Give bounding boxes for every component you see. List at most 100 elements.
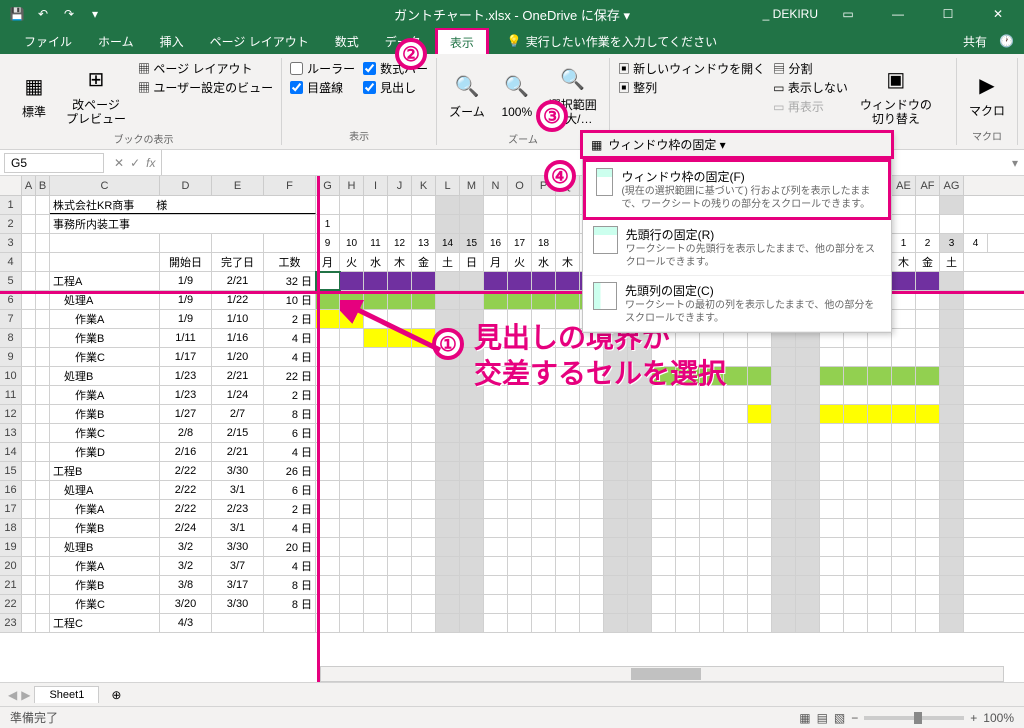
cell[interactable] [796,462,820,480]
cell[interactable]: 作業B [50,519,160,537]
cell[interactable] [412,196,436,214]
cell[interactable] [484,329,508,347]
cell[interactable] [436,272,460,290]
cell[interactable] [532,386,556,404]
cell[interactable] [940,348,964,366]
cell[interactable] [412,462,436,480]
cell[interactable] [868,576,892,594]
cell[interactable] [940,443,964,461]
cell[interactable] [748,386,772,404]
cell[interactable]: 木 [892,253,916,271]
cell[interactable] [160,234,212,252]
cell[interactable] [508,614,532,632]
cell[interactable] [460,500,484,518]
zoom-selection-button[interactable]: 🔍選択範囲 拡大/… [545,60,601,131]
cell[interactable] [436,405,460,423]
cell[interactable] [22,196,36,214]
cell[interactable] [436,329,460,347]
cell[interactable]: 6 日 [264,481,316,499]
fx-icon[interactable]: fx [146,156,155,170]
cell[interactable] [556,215,580,233]
cell[interactable] [748,538,772,556]
cell[interactable]: 3/30 [212,462,264,480]
cell[interactable] [820,405,844,423]
cell[interactable] [748,424,772,442]
cell[interactable] [22,348,36,366]
save-icon[interactable]: 💾 [6,3,28,25]
cell[interactable] [844,405,868,423]
cell[interactable]: 2/21 [212,272,264,290]
cell[interactable] [940,424,964,442]
cell[interactable]: 開始日 [160,253,212,271]
cell[interactable] [772,614,796,632]
cell[interactable]: 木 [556,253,580,271]
chk-ruler[interactable]: ルーラー [290,60,355,77]
chk-formulabar[interactable]: 数式バー [363,60,428,77]
cell[interactable] [36,367,50,385]
cell[interactable] [940,367,964,385]
row-header[interactable]: 1 [0,196,22,214]
cell[interactable] [36,443,50,461]
cell[interactable] [748,348,772,366]
cell[interactable]: 工程C [50,614,160,632]
cell[interactable] [340,196,364,214]
cell[interactable] [508,405,532,423]
cell[interactable] [484,481,508,499]
cell[interactable] [484,386,508,404]
close-icon[interactable]: ✕ [978,0,1018,28]
cell[interactable] [844,595,868,613]
cell[interactable] [652,576,676,594]
cell[interactable] [844,519,868,537]
cell[interactable] [796,443,820,461]
cell[interactable] [388,386,412,404]
cell[interactable] [580,443,604,461]
cell[interactable] [604,500,628,518]
row-header[interactable]: 14 [0,443,22,461]
cell[interactable]: 土 [436,253,460,271]
cell[interactable] [916,614,940,632]
cell[interactable] [460,367,484,385]
cell[interactable] [36,424,50,442]
cell[interactable] [412,272,436,290]
cell[interactable] [868,538,892,556]
cell[interactable] [628,348,652,366]
cell[interactable] [652,481,676,499]
col-header[interactable]: D [160,176,212,195]
cell[interactable] [820,348,844,366]
cell[interactable]: 3/7 [212,557,264,575]
cell[interactable] [820,443,844,461]
cell[interactable]: 16 [484,234,508,252]
tellme-input[interactable]: 実行したい作業を入力してください [526,33,717,50]
cell[interactable] [868,557,892,575]
cell[interactable] [556,481,580,499]
cell[interactable] [916,538,940,556]
cell[interactable] [388,614,412,632]
col-header[interactable]: J [388,176,412,195]
cell[interactable] [724,443,748,461]
cell[interactable] [868,367,892,385]
cell[interactable] [916,557,940,575]
cell[interactable]: 2/23 [212,500,264,518]
cell[interactable] [724,405,748,423]
cell[interactable] [796,348,820,366]
cell[interactable] [412,405,436,423]
cell[interactable] [460,462,484,480]
cell[interactable] [412,348,436,366]
cell[interactable] [940,481,964,499]
cell[interactable]: 事務所内装工事 [50,215,316,233]
cell[interactable]: 完了日 [212,253,264,271]
cell[interactable]: 2/22 [160,481,212,499]
cell[interactable] [22,405,36,423]
tab-formulas[interactable]: 数式 [323,29,371,54]
cell[interactable]: 32 日 [264,272,316,290]
tab-view[interactable]: 表示 [435,27,489,55]
cell[interactable] [628,614,652,632]
col-header[interactable]: AF [916,176,940,195]
cell[interactable]: 12 [388,234,412,252]
cell[interactable] [748,595,772,613]
cell[interactable] [820,576,844,594]
cell[interactable] [556,462,580,480]
cell[interactable] [580,500,604,518]
cell[interactable] [484,500,508,518]
cell[interactable] [604,443,628,461]
